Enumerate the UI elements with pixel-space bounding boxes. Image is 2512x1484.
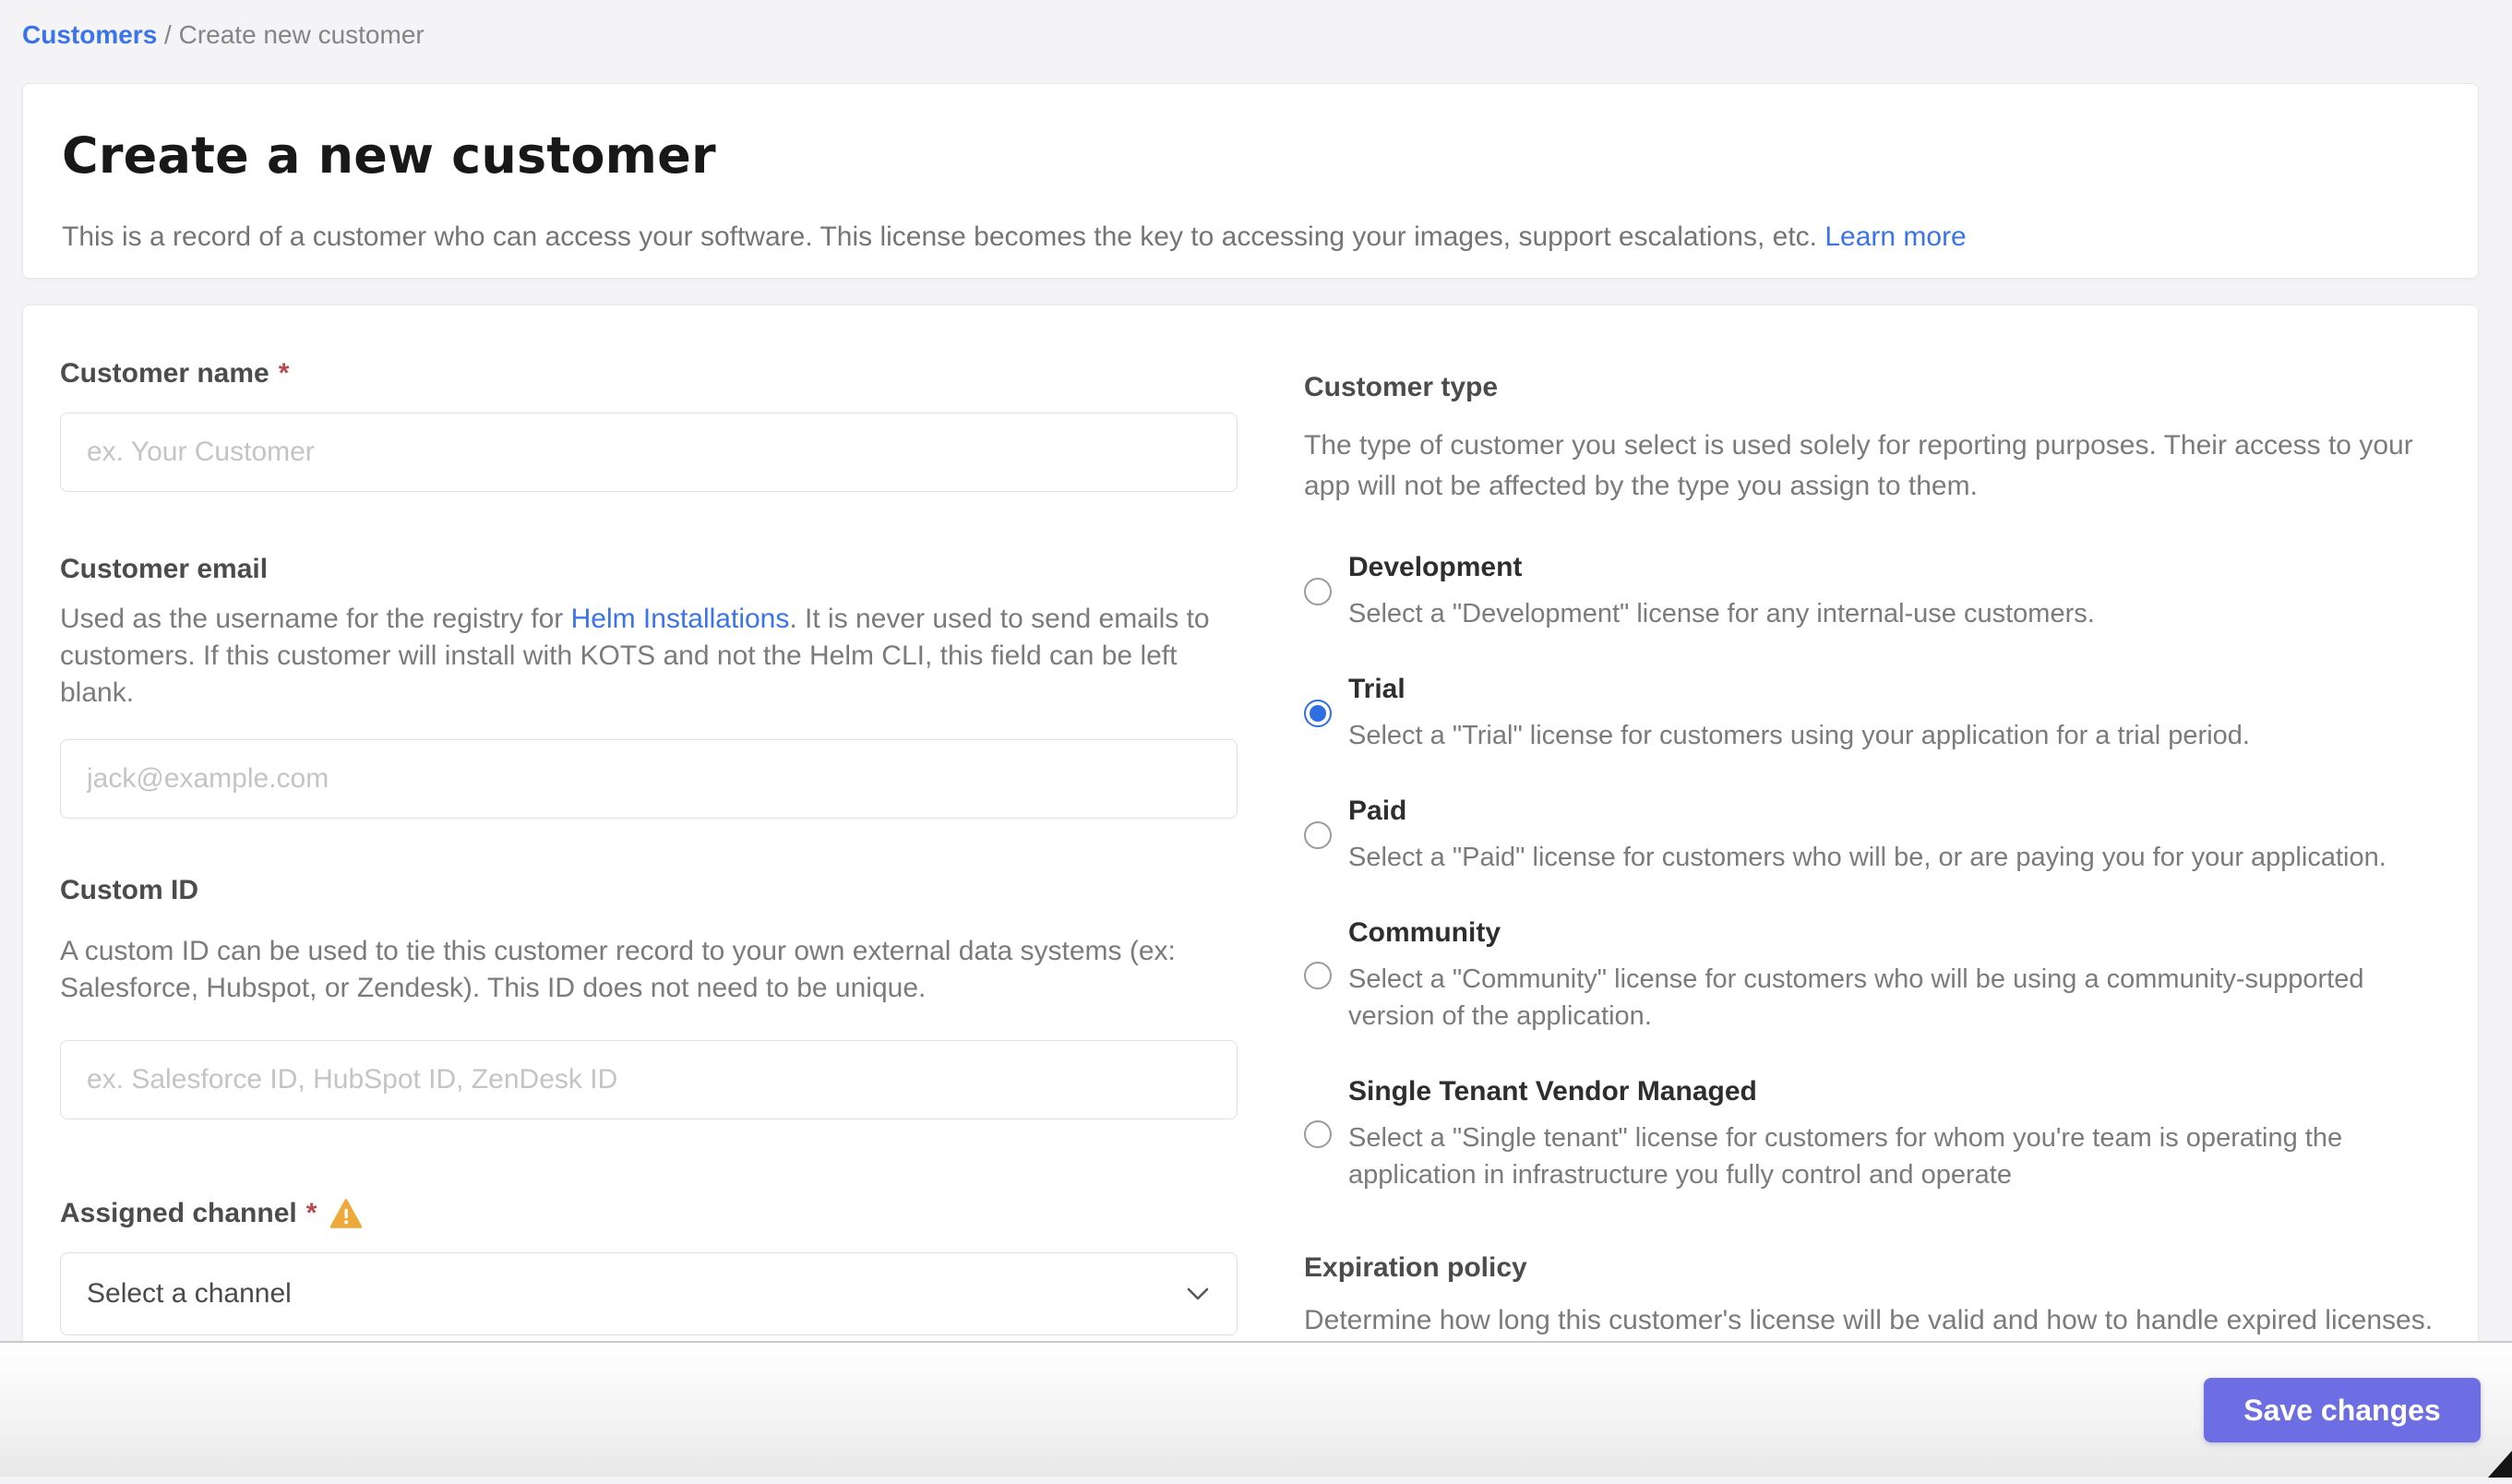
customer-type-option-community[interactable]: Community Select a "Community" license f…: [1304, 916, 2441, 1035]
required-asterisk: *: [306, 1197, 317, 1230]
radio-development[interactable]: [1304, 578, 1332, 605]
learn-more-link[interactable]: Learn more: [1824, 221, 1966, 252]
customer-type-option-development[interactable]: Development Select a "Development" licen…: [1304, 551, 2441, 632]
radio-single-tenant-vendor-managed[interactable]: [1304, 1120, 1332, 1148]
mouse-cursor: [2473, 1439, 2512, 1484]
radio-paid[interactable]: [1304, 821, 1332, 849]
required-asterisk: *: [279, 357, 290, 390]
option-description: Select a "Paid" license for customers wh…: [1348, 839, 2386, 876]
option-description: Select a "Development" license for any i…: [1348, 595, 2095, 632]
option-description: Select a "Community" license for custome…: [1348, 961, 2423, 1035]
option-description: Select a "Trial" license for customers u…: [1348, 717, 2250, 754]
page-title: Create a new customer: [62, 126, 2439, 185]
custom-id-label: Custom ID: [60, 874, 1238, 907]
custom-id-input[interactable]: [60, 1040, 1238, 1119]
breadcrumb-current: Create new customer: [179, 20, 425, 49]
customer-form-card: Customer name * Customer email Used as t…: [22, 305, 2479, 1341]
customer-type-option-paid[interactable]: Paid Select a "Paid" license for custome…: [1304, 795, 2441, 876]
customer-email-description: Used as the username for the registry fo…: [60, 601, 1238, 712]
option-label: Paid: [1348, 795, 2386, 828]
custom-id-description: A custom ID can be used to tie this cust…: [60, 933, 1238, 1007]
customer-type-options: Development Select a "Development" licen…: [1304, 551, 2441, 1193]
customer-name-label: Customer name *: [60, 357, 1238, 390]
customer-name-input[interactable]: [60, 413, 1238, 492]
customer-type-description: The type of customer you select is used …: [1304, 425, 2441, 507]
option-label: Single Tenant Vendor Managed: [1348, 1075, 2423, 1108]
customer-type-option-trial[interactable]: Trial Select a "Trial" license for custo…: [1304, 673, 2441, 754]
form-left-column: Customer name * Customer email Used as t…: [60, 357, 1238, 1341]
breadcrumb-customers-link[interactable]: Customers: [22, 20, 157, 49]
page-description-text: This is a record of a customer who can a…: [62, 221, 1817, 252]
customer-type-option-single-tenant-vendor-managed[interactable]: Single Tenant Vendor Managed Select a "S…: [1304, 1075, 2441, 1193]
option-label: Community: [1348, 916, 2423, 950]
save-changes-button[interactable]: Save changes: [2204, 1378, 2481, 1442]
customer-type-label: Customer type: [1304, 372, 2441, 403]
chevron-down-icon: [1185, 1278, 1211, 1310]
assigned-channel-label: Assigned channel *: [60, 1197, 1238, 1230]
option-label: Trial: [1348, 673, 2250, 706]
expiration-policy-description: Determine how long this customer's licen…: [1304, 1302, 2441, 1339]
page-description: This is a record of a customer who can a…: [62, 221, 2439, 253]
customer-email-input[interactable]: [60, 739, 1238, 819]
breadcrumb-separator: /: [164, 20, 179, 49]
option-description: Select a "Single tenant" license for cus…: [1348, 1119, 2423, 1193]
warning-icon: [329, 1198, 363, 1229]
form-right-column: Customer type The type of customer you s…: [1304, 357, 2441, 1341]
breadcrumb: Customers / Create new customer: [22, 20, 425, 50]
customer-email-label: Customer email: [60, 553, 1238, 586]
radio-community[interactable]: [1304, 962, 1332, 989]
assigned-channel-selected-value: Select a channel: [87, 1278, 292, 1310]
page-header-card: Create a new customer This is a record o…: [22, 83, 2479, 279]
footer-bar: Save changes: [0, 1341, 2512, 1477]
assigned-channel-select[interactable]: Select a channel: [60, 1252, 1238, 1335]
helm-installations-link[interactable]: Helm Installations: [571, 604, 790, 634]
radio-trial[interactable]: [1304, 700, 1332, 727]
option-label: Development: [1348, 551, 2095, 584]
expiration-policy-label: Expiration policy: [1304, 1252, 2441, 1284]
